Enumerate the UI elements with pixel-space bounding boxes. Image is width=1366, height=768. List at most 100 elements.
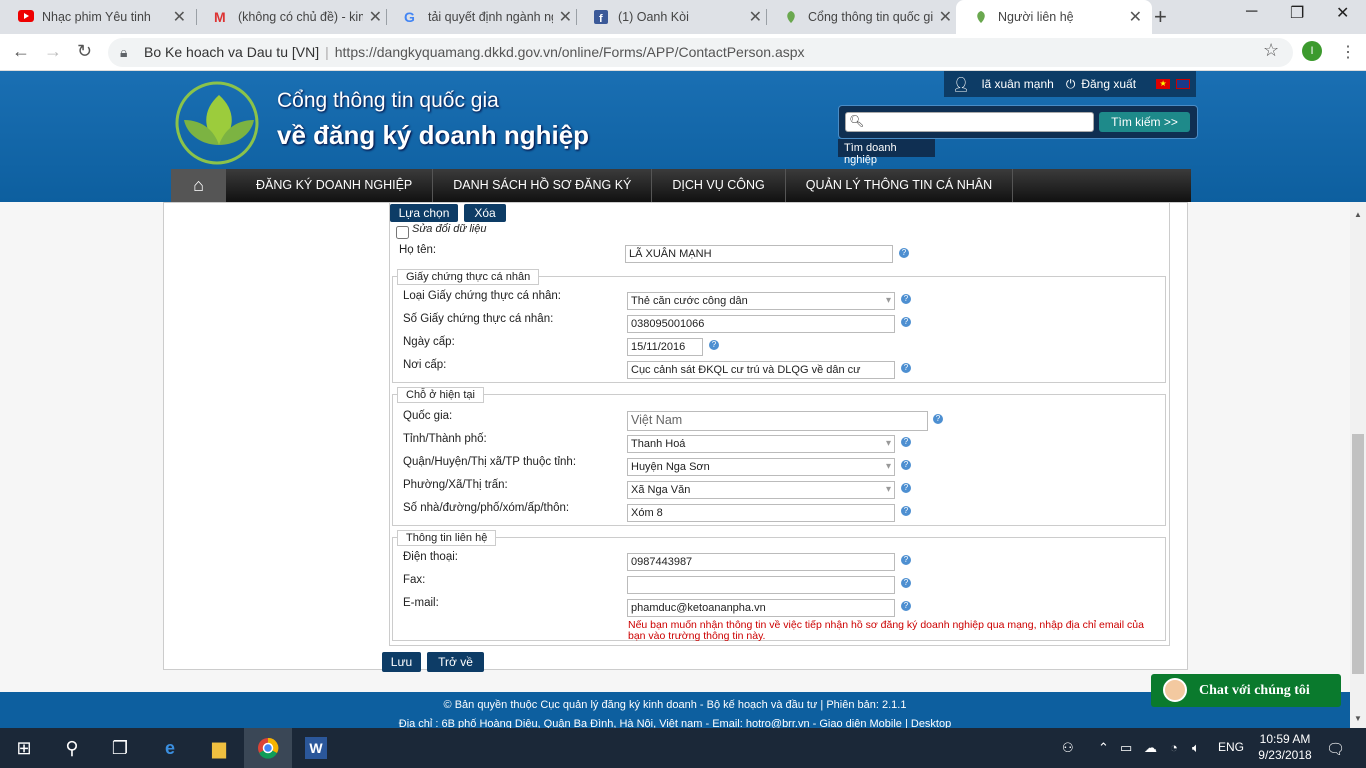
- wifi-icon[interactable]: ◔: [1170, 740, 1178, 755]
- user-icon: 👤︎: [952, 75, 970, 92]
- svg-text:f: f: [599, 13, 603, 24]
- ward-select[interactable]: Xã Nga Văn ▾: [627, 481, 895, 499]
- home-icon[interactable]: ⌂: [171, 169, 226, 202]
- notifications-icon[interactable]: 🗨︎: [1326, 740, 1345, 758]
- delete-button[interactable]: Xóa: [464, 204, 506, 222]
- windows-start-icon[interactable]: ⊞: [0, 728, 48, 768]
- user-name-link[interactable]: lã xuân mạnh: [982, 77, 1054, 91]
- search-icon[interactable]: ⚲: [48, 728, 96, 768]
- site-logo[interactable]: [172, 75, 267, 165]
- word-icon[interactable]: W: [292, 728, 340, 768]
- search-input[interactable]: [845, 112, 1094, 132]
- name-field[interactable]: LÃ XUÂN MẠNH: [625, 245, 893, 263]
- back-icon[interactable]: ←: [12, 41, 30, 62]
- chrome-icon[interactable]: [244, 728, 292, 768]
- volume-icon[interactable]: 🔈︎: [1192, 740, 1200, 756]
- bookmark-star-icon[interactable]: ☆: [1263, 40, 1279, 61]
- search-button[interactable]: Tìm kiếm >>: [1099, 112, 1190, 132]
- address-group-legend: Chỗ ở hiện tại: [397, 387, 484, 403]
- close-icon[interactable]: ✕: [939, 7, 952, 27]
- help-icon[interactable]: ?: [901, 506, 911, 516]
- new-tab-icon[interactable]: +: [1154, 4, 1167, 30]
- help-icon[interactable]: ?: [901, 483, 911, 493]
- tab-gmail[interactable]: M (không có chủ đề) - kim ✕: [196, 0, 392, 34]
- tab-google[interactable]: G tải quyết định ngành ng ✕: [386, 0, 582, 34]
- edit-data-checkbox[interactable]: [396, 226, 409, 239]
- fax-field[interactable]: [627, 576, 895, 594]
- close-icon[interactable]: ✕: [559, 7, 572, 27]
- help-icon[interactable]: ?: [901, 294, 911, 304]
- menu-item-register[interactable]: ĐĂNG KÝ DOANH NGHIỆP: [236, 169, 434, 202]
- tab-facebook[interactable]: f (1) Oanh Kòi ✕: [576, 0, 772, 34]
- help-icon[interactable]: ?: [933, 414, 943, 424]
- close-icon[interactable]: ✕: [749, 7, 762, 27]
- browser-menu-icon[interactable]: ⋮: [1340, 42, 1356, 62]
- help-icon[interactable]: ?: [709, 340, 719, 350]
- tab-portal[interactable]: Cổng thông tin quốc gia ✕: [766, 0, 962, 34]
- save-button[interactable]: Lưu: [382, 652, 421, 672]
- logout-link[interactable]: Đăng xuất: [1081, 77, 1136, 91]
- menu-item-personal-info[interactable]: QUẢN LÝ THÔNG TIN CÁ NHÂN: [786, 169, 1014, 202]
- chevron-up-icon[interactable]: ⌃: [1098, 740, 1109, 756]
- battery-icon[interactable]: ▭: [1120, 740, 1132, 756]
- people-icon[interactable]: ⚇: [1062, 740, 1074, 756]
- site-header: Cổng thông tin quốc gia về đăng ký doanh…: [0, 71, 1366, 202]
- help-icon[interactable]: ?: [899, 248, 909, 258]
- uk-flag-icon[interactable]: [1176, 79, 1191, 89]
- contact-group-legend: Thông tin liên hệ: [397, 530, 497, 546]
- close-icon[interactable]: ✕: [1129, 7, 1142, 27]
- district-select[interactable]: Huyện Nga Sơn ▾: [627, 458, 895, 476]
- file-explorer-icon[interactable]: ▆: [195, 728, 243, 768]
- province-select[interactable]: Thanh Hoá ▾: [627, 435, 895, 453]
- phone-field[interactable]: 0987443987: [627, 553, 895, 571]
- vietnam-flag-icon[interactable]: ★: [1156, 79, 1171, 89]
- issue-place-field[interactable]: Cục cảnh sát ĐKQL cư trú và DLQG về dân …: [627, 361, 895, 379]
- street-field[interactable]: Xóm 8: [627, 504, 895, 522]
- help-icon[interactable]: ?: [901, 578, 911, 588]
- menu-item-public-services[interactable]: DỊCH VỤ CÔNG: [652, 169, 786, 202]
- scroll-down-icon[interactable]: ▼: [1354, 714, 1362, 723]
- tab-contact-person[interactable]: Người liên hệ ✕: [956, 0, 1152, 34]
- site-footer: © Bản quyền thuộc Cục quản lý đăng ký ki…: [0, 692, 1350, 730]
- omnibox[interactable]: 🔒︎ Bo Ke hoach va Dau tu [VN] | https://da…: [108, 38, 1293, 67]
- tab-title: tải quyết định ngành ng: [428, 10, 553, 24]
- forward-icon[interactable]: →: [44, 41, 62, 62]
- profile-avatar[interactable]: I: [1302, 41, 1322, 61]
- reload-icon[interactable]: ↻: [77, 41, 92, 62]
- edit-data-label: Sửa đổi dữ liệu: [412, 223, 487, 235]
- id-number-field[interactable]: 038095001066: [627, 315, 895, 333]
- system-clock[interactable]: 10:59 AM 9/23/2018: [1250, 731, 1320, 763]
- menu-item-dossier-list[interactable]: DANH SÁCH HỒ SƠ ĐĂNG KÝ: [433, 169, 653, 202]
- page-scrollbar[interactable]: ▲ ▼: [1350, 202, 1366, 728]
- help-icon[interactable]: ?: [901, 437, 911, 447]
- help-icon[interactable]: ?: [901, 601, 911, 611]
- scroll-up-icon[interactable]: ▲: [1354, 210, 1362, 219]
- scrollbar-thumb[interactable]: [1352, 434, 1364, 674]
- country-input[interactable]: Việt Nam: [627, 411, 928, 431]
- issue-date-field[interactable]: 15/11/2016: [627, 338, 703, 356]
- select-button[interactable]: Lựa chọn: [390, 204, 458, 222]
- issue-date-label: Ngày cấp:: [403, 336, 455, 348]
- id-type-select[interactable]: Thẻ căn cước công dân ▾: [627, 292, 895, 310]
- minimize-icon[interactable]: ─: [1246, 3, 1257, 21]
- id-type-label: Loại Giấy chứng thực cá nhân:: [403, 290, 561, 302]
- back-button[interactable]: Trở về: [427, 652, 484, 672]
- help-icon[interactable]: ?: [901, 460, 911, 470]
- tab-title: (không có chủ đề) - kim: [238, 10, 363, 24]
- help-icon[interactable]: ?: [901, 317, 911, 327]
- chevron-down-icon: ▾: [885, 295, 891, 306]
- close-icon[interactable]: ✕: [369, 7, 382, 27]
- task-view-icon[interactable]: ❐: [96, 728, 144, 768]
- edge-icon[interactable]: e: [146, 728, 194, 768]
- tab-youtube[interactable]: Nhạc phim Yêu tinh ✕: [0, 0, 196, 34]
- help-icon[interactable]: ?: [901, 363, 911, 373]
- language-indicator[interactable]: ENG: [1218, 740, 1244, 754]
- chat-button[interactable]: Chat với chúng tôi: [1151, 674, 1341, 707]
- restore-icon[interactable]: ❐: [1290, 3, 1304, 23]
- help-icon[interactable]: ?: [901, 555, 911, 565]
- main-menu: ⌂ ĐĂNG KÝ DOANH NGHIỆP DANH SÁCH HỒ SƠ Đ…: [171, 169, 1191, 202]
- email-field[interactable]: phamduc@ketoananpha.vn: [627, 599, 895, 617]
- onedrive-icon[interactable]: ☁: [1144, 740, 1157, 756]
- window-close-icon[interactable]: ✕: [1336, 3, 1349, 23]
- close-icon[interactable]: ✕: [173, 7, 186, 27]
